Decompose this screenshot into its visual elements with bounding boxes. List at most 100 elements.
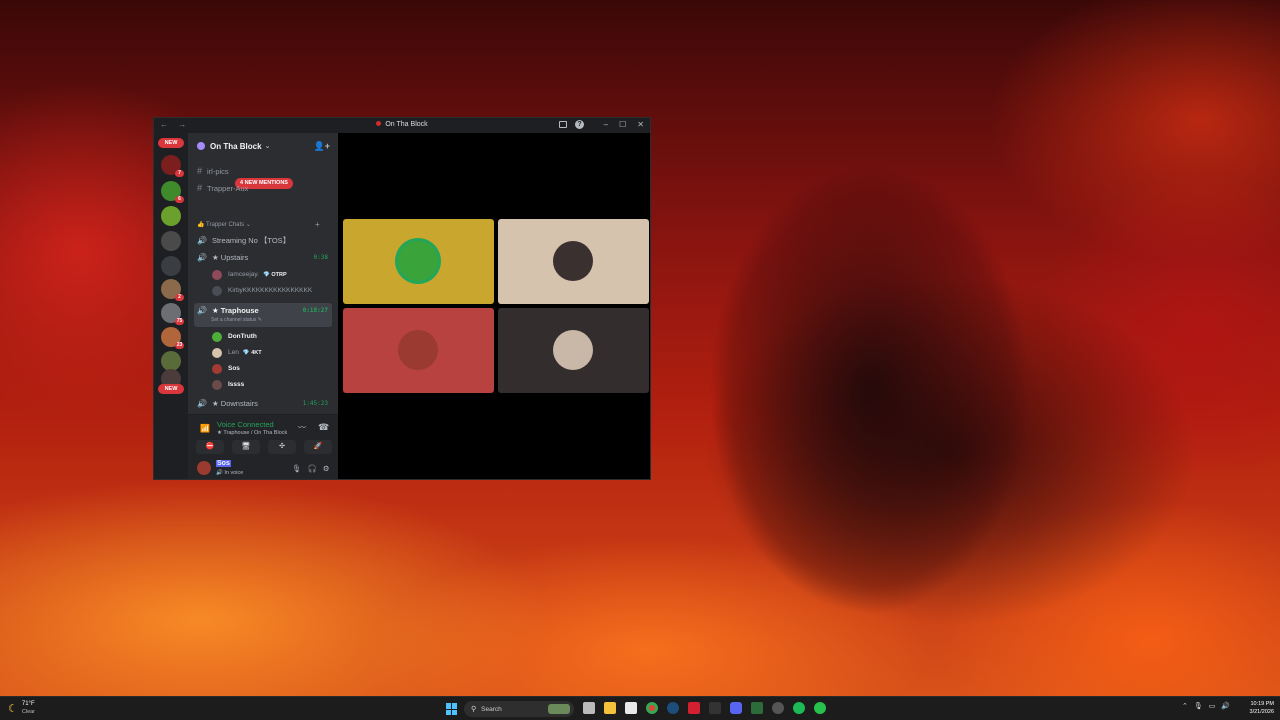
store-icon[interactable]: [625, 702, 637, 714]
volume-icon[interactable]: 🔊: [1221, 702, 1230, 710]
new-unreads-pill-bottom[interactable]: NEW: [158, 384, 184, 394]
chevron-down-icon: ⌄: [264, 143, 271, 150]
guild-icon[interactable]: [161, 256, 181, 276]
avatar[interactable]: [197, 461, 211, 475]
participant-tile[interactable]: [498, 219, 649, 304]
channel-item-trapper-aux[interactable]: # Trapper-Aux: [188, 181, 338, 195]
voice-channel-traphouse[interactable]: 🔊 ★ Traphouse 0:18:27 Set a channel stat…: [194, 303, 332, 327]
speaker-icon: 🔊: [197, 398, 207, 408]
voice-user[interactable]: Len 💎 4KT: [212, 346, 262, 359]
file-explorer-icon[interactable]: [604, 702, 616, 714]
weather-widget[interactable]: ☾ 71°F Clear: [8, 700, 35, 716]
voice-action-buttons: ⛔ 🖥 ✣ 🚀: [196, 440, 332, 454]
guild-badge: 75: [175, 318, 184, 325]
hash-icon: #: [197, 166, 203, 176]
maximize-button[interactable]: ☐: [619, 120, 626, 129]
category-trapper-chats[interactable]: 👍 Trapper Chats ⌄ +: [197, 220, 320, 229]
participant-tile[interactable]: [343, 308, 494, 393]
soundboard-button[interactable]: 🚀: [304, 440, 332, 454]
invite-people-icon[interactable]: 👤+: [314, 141, 330, 152]
participant-avatar: [553, 330, 593, 370]
server-header[interactable]: On Tha Block ⌄ 👤+: [188, 133, 338, 159]
guild-icon[interactable]: [161, 206, 181, 226]
avatar: [212, 285, 222, 296]
discord-icon[interactable]: [730, 702, 742, 714]
user-panel-status: 🔊 In voice: [216, 470, 244, 476]
mic-tray-icon[interactable]: 🎙: [1194, 702, 1203, 710]
network-icon[interactable]: ▭: [1209, 702, 1216, 710]
guild-icon[interactable]: [161, 231, 181, 251]
voice-user[interactable]: Issss: [212, 378, 244, 391]
app-icon[interactable]: [688, 702, 700, 714]
search-highlight-icon: [548, 704, 570, 714]
user-name: DonTruth: [228, 333, 257, 340]
voice-channel-downstairs[interactable]: 🔊 ★ Downstairs 1:45:23: [194, 396, 332, 410]
settings-gear-icon[interactable]: ⚙: [323, 464, 330, 473]
activities-button[interactable]: ✣: [268, 440, 296, 454]
guild-icon[interactable]: 75: [161, 303, 184, 325]
voice-stage: [338, 133, 650, 479]
voice-connection-panel: 📶 Voice Connected ★ Traphouse / On Tha B…: [188, 414, 338, 456]
category-label: Trapper Chats: [206, 222, 245, 228]
start-button[interactable]: [446, 703, 458, 715]
participant-tile[interactable]: [343, 219, 494, 304]
signal-icon[interactable]: 📶: [200, 424, 210, 433]
app-icon[interactable]: [772, 702, 784, 714]
microphone-icon[interactable]: 🎙: [292, 464, 302, 473]
speaker-icon: 🔊: [197, 252, 207, 262]
avatar: [212, 269, 222, 280]
camera-off-button[interactable]: ⛔: [196, 440, 224, 454]
voice-channel-streaming[interactable]: 🔊 Streaming No 【TOS】: [194, 233, 332, 247]
wallpaper-figure: [660, 90, 1080, 690]
voice-channel-label: ★ Downstairs: [211, 398, 258, 408]
voice-user[interactable]: Iamceejay. 💎 OTRP: [212, 268, 287, 281]
user-name: Sos: [228, 365, 240, 372]
title-bar[interactable]: ← → On Tha Block ? – ☐ ✕: [154, 118, 650, 133]
avatar: [212, 347, 222, 358]
inbox-icon[interactable]: [559, 121, 567, 128]
voice-user[interactable]: Sos: [212, 362, 240, 375]
headset-icon[interactable]: 🎧: [308, 464, 317, 473]
chrome-icon[interactable]: [646, 702, 658, 714]
speaker-icon: 🔊: [197, 235, 207, 245]
disconnect-icon[interactable]: ☎: [318, 422, 329, 433]
user-name: KirbyKKKKKKKKKKKKKKKK: [228, 287, 313, 294]
guild-icon[interactable]: 23: [161, 327, 184, 349]
close-button[interactable]: ✕: [637, 120, 644, 129]
new-unreads-pill-top[interactable]: NEW: [158, 138, 184, 148]
app-icon[interactable]: [751, 702, 763, 714]
guild-icon[interactable]: 6: [161, 181, 184, 203]
search-box[interactable]: ⚲ Search: [464, 701, 574, 717]
avatar: [212, 363, 222, 374]
task-view-icon[interactable]: [583, 702, 595, 714]
guild-icon[interactable]: 2: [161, 279, 184, 301]
minimize-button[interactable]: –: [604, 120, 608, 129]
clock[interactable]: 10:19 PM 3/21/2026: [1238, 700, 1274, 716]
avatar: [212, 379, 222, 390]
user-panel-name[interactable]: Sos: [216, 460, 231, 467]
channel-status-prompt[interactable]: Set a channel status ✎: [211, 317, 262, 323]
channel-item-irl-pics[interactable]: # irl-pics: [188, 164, 338, 178]
weather-desc: Clear: [21, 709, 36, 715]
voice-user[interactable]: DonTruth: [212, 330, 257, 343]
speaker-icon: 🔊: [197, 306, 207, 315]
voice-status[interactable]: Voice Connected: [217, 420, 274, 429]
guild-icon[interactable]: [161, 351, 181, 371]
spotify-icon[interactable]: [793, 702, 805, 714]
app-icon[interactable]: [814, 702, 826, 714]
create-channel-icon[interactable]: +: [315, 220, 320, 229]
voice-channel-upstairs[interactable]: 🔊 ★ Upstairs 0:38: [194, 250, 332, 264]
moon-icon: ☾: [8, 702, 18, 715]
guild-icon[interactable]: 7: [161, 155, 184, 177]
voice-timer: 0:38: [313, 253, 328, 261]
participant-tile[interactable]: [498, 308, 649, 393]
tray-chevron-icon[interactable]: ⌃: [1182, 702, 1188, 710]
help-icon[interactable]: ?: [575, 120, 584, 129]
voice-location[interactable]: ★ Traphouse / On Tha Block: [217, 430, 287, 436]
steam-icon[interactable]: [667, 702, 679, 714]
app-icon[interactable]: [709, 702, 721, 714]
screen-share-button[interactable]: 🖥: [232, 440, 260, 454]
voice-user[interactable]: KirbyKKKKKKKKKKKKKKKK: [212, 284, 312, 297]
noise-suppression-icon[interactable]: 〰: [298, 422, 306, 433]
discord-window[interactable]: ← → On Tha Block ? – ☐ ✕ NEW 7 6 2 75 23…: [153, 117, 651, 480]
